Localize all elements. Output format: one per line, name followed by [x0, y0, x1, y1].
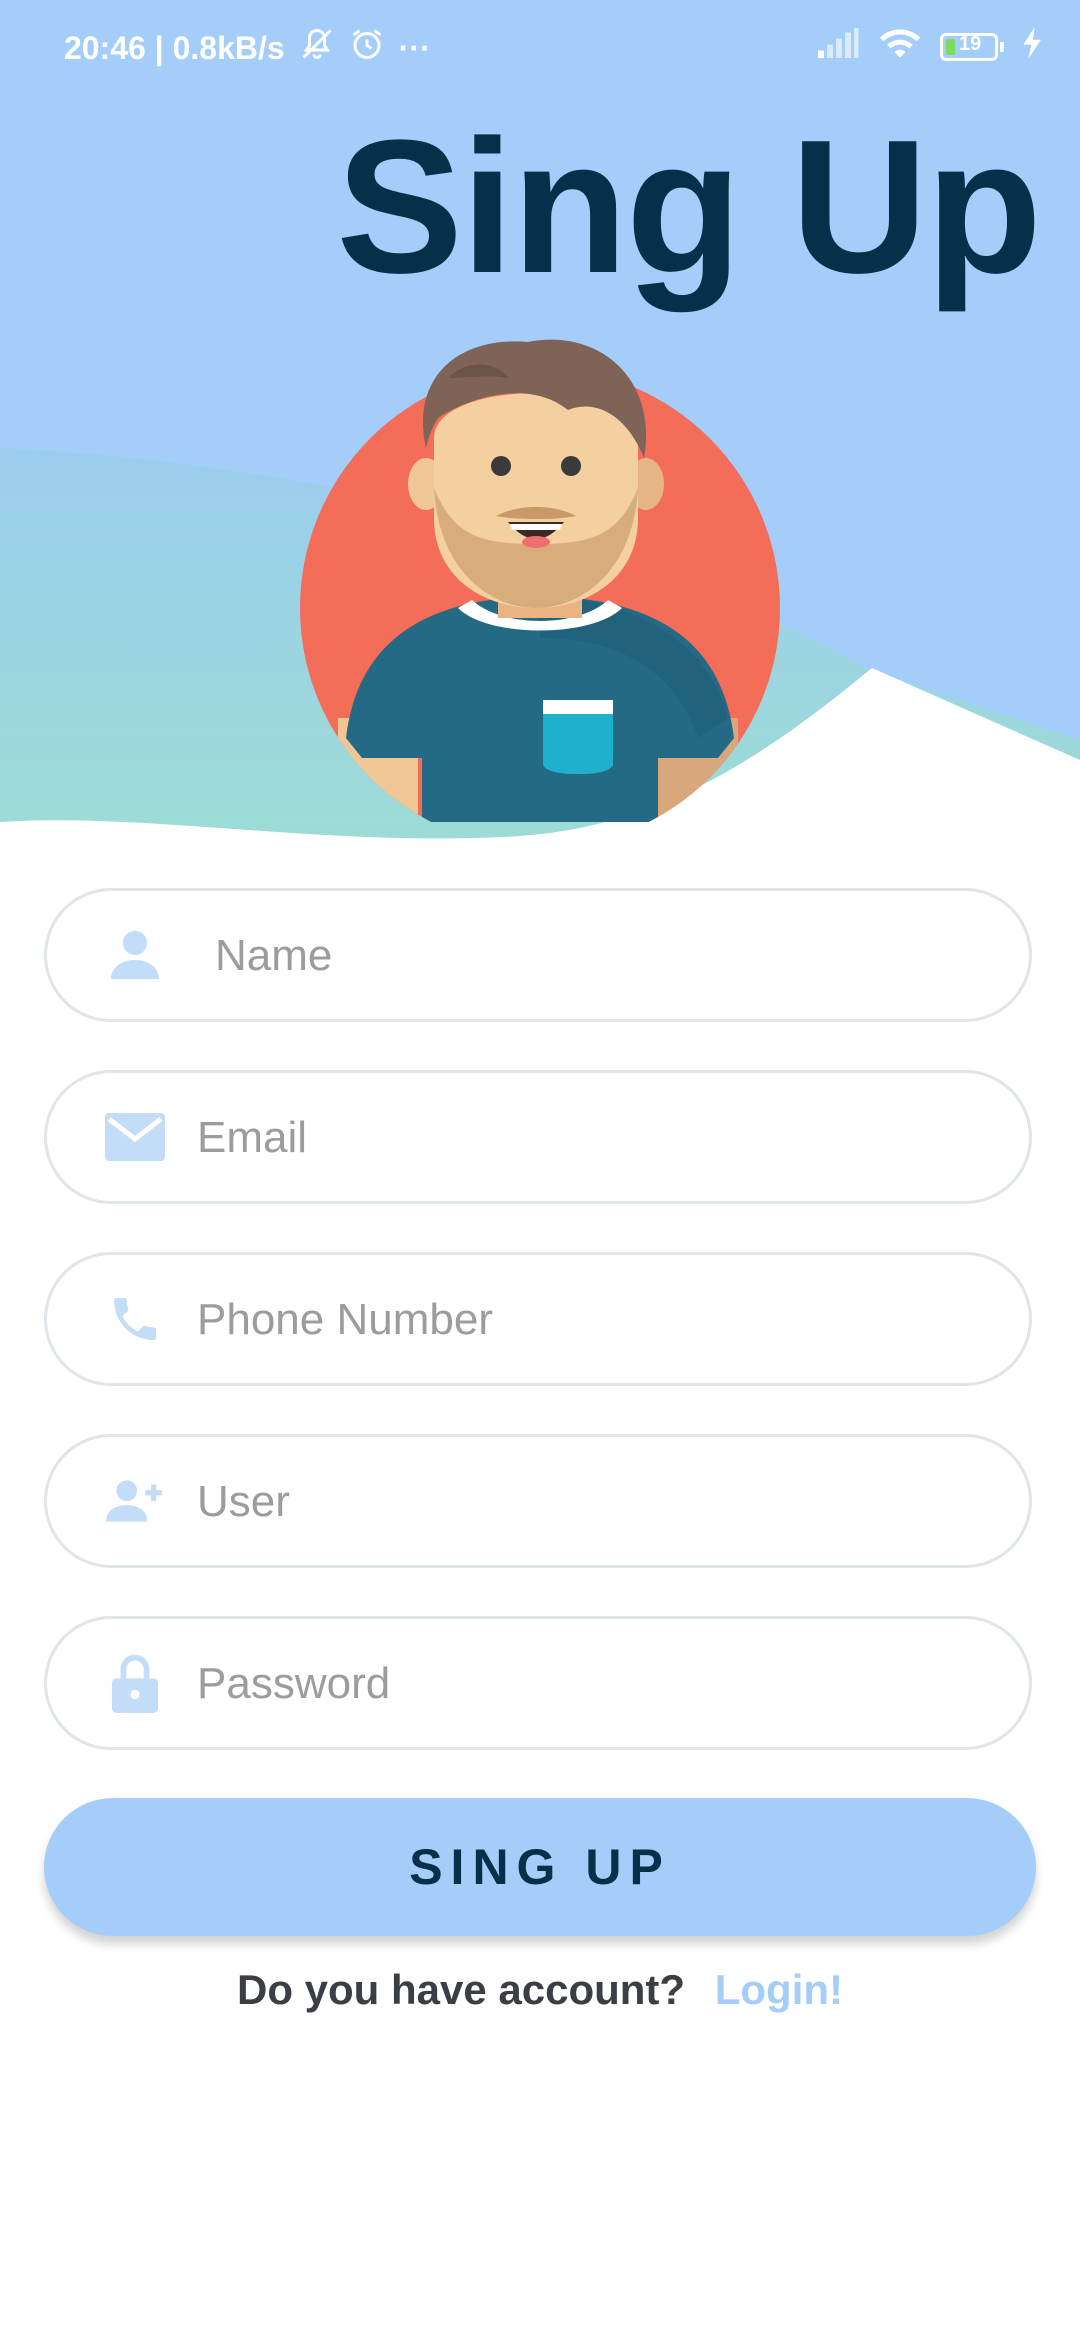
signal-icon [818, 28, 860, 66]
add-user-icon [103, 1469, 167, 1533]
password-field[interactable] [44, 1616, 1032, 1750]
name-field[interactable] [44, 888, 1032, 1022]
charging-icon [1022, 27, 1044, 67]
wifi-icon [878, 26, 922, 68]
email-input[interactable] [195, 1073, 979, 1203]
phone-icon [103, 1287, 167, 1351]
name-input[interactable] [213, 891, 997, 1021]
status-time: 20:46 | 0.8kB/s [64, 29, 285, 66]
signup-button[interactable]: SING UP [44, 1798, 1036, 1936]
signup-form [44, 888, 1036, 1798]
user-field[interactable] [44, 1434, 1032, 1568]
login-link[interactable]: Login! [715, 1966, 843, 2013]
person-icon [103, 923, 167, 987]
mute-icon [299, 26, 335, 70]
avatar-illustration [300, 339, 780, 822]
phone-field[interactable] [44, 1252, 1032, 1386]
envelope-icon [103, 1105, 167, 1169]
account-question: Do you have account? [236, 1966, 686, 2013]
page-title: Sing Up [336, 101, 1042, 313]
status-bar: 20:46 | 0.8kB/s ··· 19 [0, 0, 1080, 100]
lock-icon [103, 1651, 167, 1715]
more-indicator: ··· [398, 29, 431, 66]
password-input[interactable] [195, 1619, 979, 1749]
phone-input[interactable] [195, 1255, 979, 1385]
email-field[interactable] [44, 1070, 1032, 1204]
alarm-icon [349, 26, 385, 70]
battery-level: 19 [959, 33, 982, 55]
login-prompt: Do you have account? Login! [0, 1966, 1080, 2014]
user-input[interactable] [195, 1437, 979, 1567]
battery-icon: 19 [940, 33, 1004, 61]
